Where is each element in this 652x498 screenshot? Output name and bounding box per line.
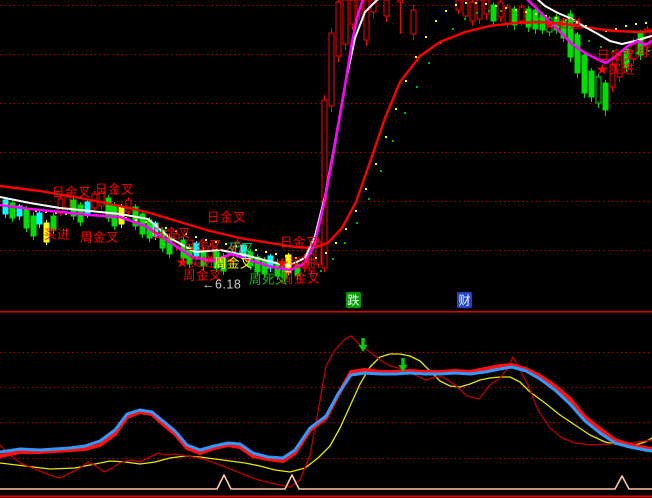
signal-label: 日金叉 — [597, 48, 636, 63]
signal-label: 月金叉 — [637, 45, 652, 60]
signal-label: ★买进 — [596, 63, 635, 77]
signal-label: ★买进 — [176, 256, 215, 270]
signal-label: 死叉 — [228, 242, 254, 256]
badge-label: 财 — [458, 294, 470, 308]
signal-label: 日金叉 — [207, 210, 246, 225]
divider-badge-0: 跌 — [346, 292, 361, 308]
signal-label: ★买进 — [543, 18, 582, 32]
signal-label: 日金叉 — [280, 235, 319, 250]
signal-label: 买进 — [44, 228, 70, 242]
signal-label: 日金叉 — [183, 238, 222, 253]
chart-svg[interactable]: 日金叉日金叉买进周金叉日金叉日金叉日金叉死叉★买进周金叉周金叉←6.18周死叉日… — [0, 0, 652, 498]
signal-label: 周金叉 — [214, 256, 253, 271]
signal-label: 日金叉 — [95, 182, 134, 197]
signal-label: 周金叉 — [281, 271, 320, 286]
signal-label: 周金叉 — [80, 230, 119, 245]
trading-chart-window: 日金叉日金叉买进周金叉日金叉日金叉日金叉死叉★买进周金叉周金叉←6.18周死叉日… — [0, 0, 652, 498]
signal-label: ★买进 — [276, 257, 315, 271]
divider-badge-1: 财 — [457, 292, 472, 308]
signal-label: ←6.18 — [202, 278, 241, 292]
signal-label: 日金叉 — [52, 185, 91, 200]
badge-label: 跌 — [347, 293, 359, 308]
